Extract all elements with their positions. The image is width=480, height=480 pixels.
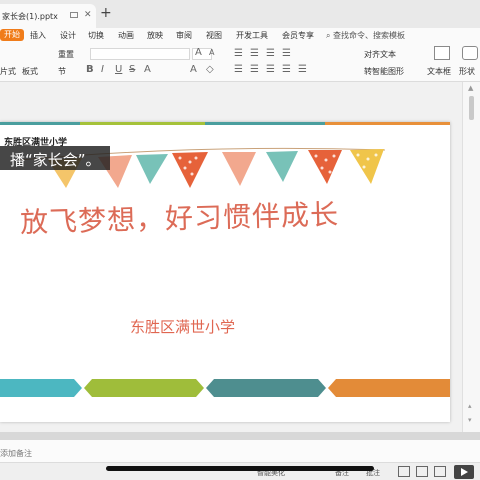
- bunting-flag: [172, 152, 208, 188]
- bold-icon[interactable]: B: [86, 64, 94, 75]
- screen-icon[interactable]: [70, 12, 78, 18]
- indent-decrease-icon[interactable]: ☰: [266, 48, 275, 59]
- shape-icon[interactable]: [462, 46, 478, 60]
- bunting-flag: [222, 152, 256, 186]
- next-slide-icon[interactable]: ▾: [468, 416, 472, 424]
- menu-view[interactable]: 视图: [206, 30, 222, 41]
- bunting-flag: [136, 154, 168, 184]
- numbered-list-icon[interactable]: ☰: [250, 48, 259, 59]
- banner-segment: [84, 379, 204, 397]
- font-family-select[interactable]: [90, 48, 190, 60]
- menu-transition[interactable]: 切换: [88, 30, 104, 41]
- slide-sorter-icon[interactable]: [416, 466, 428, 477]
- command-search[interactable]: ⌕ 查找命令、搜索模板: [326, 30, 405, 41]
- slide-school-name[interactable]: 东胜区满世小学: [130, 316, 235, 337]
- menu-home[interactable]: 开始: [0, 29, 24, 41]
- section-button[interactable]: 节: [58, 66, 66, 77]
- layout-button[interactable]: 板式: [22, 66, 38, 77]
- notes-divider[interactable]: [0, 432, 480, 440]
- normal-view-icon[interactable]: [398, 466, 410, 477]
- banner-segment: [0, 379, 82, 397]
- bunting-flag: [308, 150, 342, 184]
- play-slideshow-icon[interactable]: [454, 465, 474, 479]
- presentation-app: 家长会(1).pptx ✕ + 开始 插入 设计 切换 动画 放映 审阅 视图 …: [0, 0, 480, 480]
- textbox-icon[interactable]: [434, 46, 450, 60]
- menu-member[interactable]: 会员专享: [282, 30, 314, 41]
- italic-icon[interactable]: I: [101, 64, 104, 75]
- command-search-text: 查找命令、搜索模板: [333, 31, 406, 40]
- scrollbar-thumb[interactable]: [469, 96, 474, 120]
- search-icon: ⌕: [326, 31, 331, 40]
- menu-insert[interactable]: 插入: [30, 30, 46, 41]
- prev-slide-icon[interactable]: ▴: [468, 402, 472, 410]
- status-bar: 智能美化 备注 批注: [0, 462, 480, 480]
- font-grow-button[interactable]: A: [195, 47, 202, 58]
- slide-button[interactable]: 片式: [0, 66, 16, 77]
- document-tab[interactable]: 家长会(1).pptx ✕: [0, 4, 96, 28]
- font-color-icon[interactable]: A: [144, 64, 151, 75]
- notes-placeholder: 添加备注: [0, 449, 32, 458]
- menu-design[interactable]: 设计: [60, 30, 76, 41]
- scroll-up-icon[interactable]: ▲: [468, 84, 473, 92]
- video-subtitle-overlay: 播“家长会”。: [0, 146, 110, 170]
- align-right-icon[interactable]: ☰: [266, 64, 275, 75]
- new-tab-button[interactable]: +: [100, 5, 112, 21]
- align-center-icon[interactable]: ☰: [250, 64, 259, 75]
- home-indicator: [106, 466, 374, 471]
- menu-developer[interactable]: 开发工具: [236, 30, 268, 41]
- bottom-banner: [0, 379, 450, 397]
- reading-view-icon[interactable]: [434, 466, 446, 477]
- justify-icon[interactable]: ☰: [282, 64, 291, 75]
- align-text-button[interactable]: 对齐文本: [364, 49, 396, 60]
- shape-button[interactable]: 形状: [459, 66, 475, 77]
- ribbon-menu: 开始 插入 设计 切换 动画 放映 审阅 视图 开发工具 会员专享 ⌕ 查找命令…: [0, 28, 480, 42]
- strikethrough-icon[interactable]: S: [129, 64, 135, 75]
- menu-slideshow[interactable]: 放映: [147, 30, 163, 41]
- font-shadow-icon[interactable]: A: [190, 64, 197, 75]
- underline-icon[interactable]: U: [115, 64, 122, 75]
- slide-title[interactable]: 放飞梦想，好习惯伴成长: [20, 193, 340, 241]
- align-left-icon[interactable]: ☰: [234, 64, 243, 75]
- ribbon-toolbar: 重置 片式 板式 节 A A B I U S A A ◇ ☰ ☰ ☰ ☰ ☰ ☰…: [0, 42, 480, 82]
- slide-workspace: 东胜区满世小学 播“家长会”。 放飞梦想，好习惯伴成长 东胜区满世小学: [0, 82, 462, 432]
- textbox-button[interactable]: 文本框: [427, 66, 451, 77]
- banner-segment: [328, 379, 450, 397]
- bullet-list-icon[interactable]: ☰: [234, 48, 243, 59]
- notes-pane[interactable]: 添加备注: [0, 440, 480, 462]
- menu-review[interactable]: 审阅: [176, 30, 192, 41]
- clear-format-icon[interactable]: ◇: [206, 64, 214, 75]
- document-tab-title: 家长会(1).pptx: [2, 12, 58, 21]
- menu-animation[interactable]: 动画: [118, 30, 134, 41]
- reset-button[interactable]: 重置: [58, 49, 74, 60]
- distribute-icon[interactable]: ☰: [298, 64, 307, 75]
- vertical-scrollbar[interactable]: ▲ ▴ ▾: [462, 82, 480, 432]
- banner-segment: [206, 379, 326, 397]
- bunting-flag: [350, 149, 384, 184]
- tab-bar: 家长会(1).pptx ✕ +: [0, 0, 480, 28]
- smartart-button[interactable]: 转智能图形: [364, 66, 404, 77]
- font-shrink-button[interactable]: A: [209, 48, 214, 57]
- indent-increase-icon[interactable]: ☰: [282, 48, 291, 59]
- close-tab-icon[interactable]: ✕: [84, 10, 92, 20]
- slide-canvas[interactable]: 东胜区满世小学 播“家长会”。 放飞梦想，好习惯伴成长 东胜区满世小学: [0, 122, 450, 422]
- bunting-flag: [266, 151, 298, 182]
